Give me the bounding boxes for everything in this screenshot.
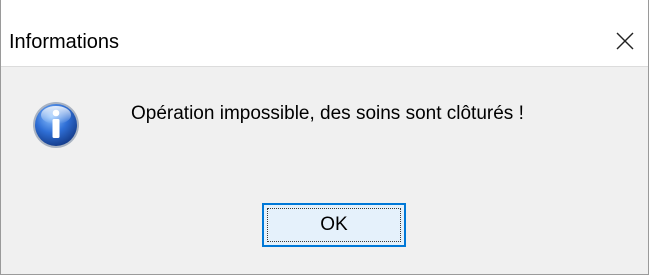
ok-button[interactable]: OK xyxy=(262,203,406,247)
window-title: Informations xyxy=(9,31,120,53)
title-bar[interactable]: Informations xyxy=(1,0,648,67)
info-icon xyxy=(31,100,81,150)
ok-button-label: OK xyxy=(320,214,348,235)
close-icon xyxy=(616,32,634,50)
close-button[interactable] xyxy=(602,18,648,64)
message-text: Opération impossible, des soins sont clô… xyxy=(131,103,524,124)
message-dialog: Informations Opération impossible, des s… xyxy=(0,0,649,275)
